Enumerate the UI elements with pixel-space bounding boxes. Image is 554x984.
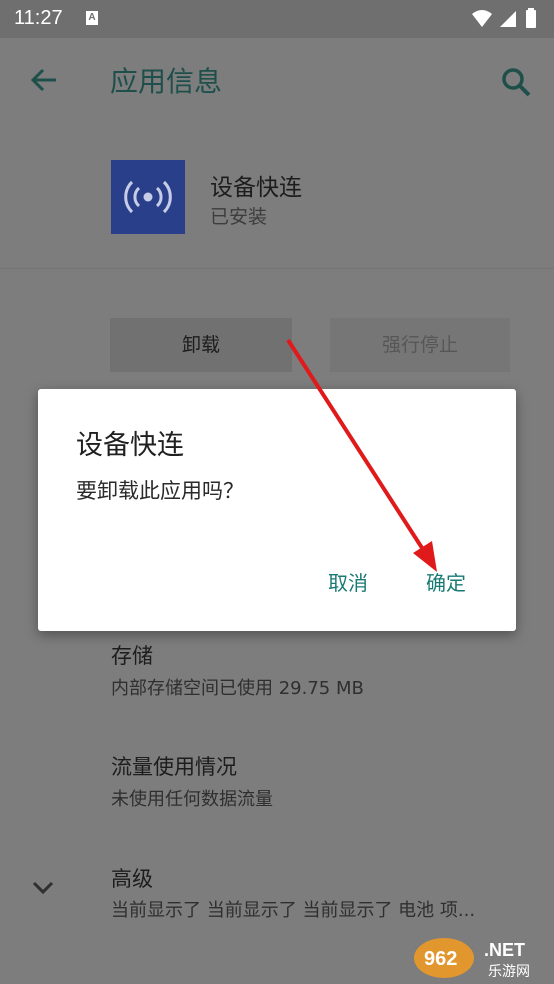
list-item-title: 存储 <box>111 644 153 668</box>
page-title: 应用信息 <box>110 65 223 98</box>
confirm-button[interactable]: 确定 <box>426 567 466 596</box>
svg-text:.NET: .NET <box>484 940 525 960</box>
list-item-subtitle: 未使用任何数据流量 <box>111 789 273 810</box>
arrow-left-icon[interactable] <box>28 64 60 96</box>
app-bar: 应用信息 <box>0 38 554 122</box>
battery-icon <box>526 10 536 28</box>
app-icon <box>111 160 185 234</box>
list-item-title: 流量使用情况 <box>111 755 237 779</box>
cancel-button[interactable]: 取消 <box>328 567 368 596</box>
svg-text:962: 962 <box>424 948 457 970</box>
dialog-message: 要卸载此应用吗？ <box>76 479 244 503</box>
app-install-status: 已安装 <box>210 206 268 228</box>
svg-text:乐游网: 乐游网 <box>488 964 530 980</box>
chevron-down-icon[interactable] <box>30 878 56 898</box>
force-stop-button[interactable]: 强行停止 <box>330 318 510 372</box>
status-bar: 11:27 A <box>0 0 554 38</box>
broadcast-icon <box>124 180 172 214</box>
search-icon[interactable] <box>498 64 534 100</box>
watermark-logo: 962 .NET 乐游网 <box>414 938 530 980</box>
dialog-title: 设备快连 <box>76 430 184 461</box>
status-time: 11:27 <box>14 7 63 29</box>
status-icons <box>472 8 536 28</box>
signal-icon <box>500 11 516 27</box>
uninstall-dialog: 设备快连 要卸载此应用吗？ 取消 确定 <box>38 389 516 631</box>
list-item-subtitle: 当前显示了 当前显示了 当前显示了 电池 项... <box>111 900 476 921</box>
divider <box>0 268 554 269</box>
notification-icon: A <box>86 11 98 25</box>
app-name: 设备快连 <box>210 175 302 201</box>
list-item-title: 高级 <box>111 867 153 891</box>
wifi-icon <box>472 10 492 27</box>
uninstall-button[interactable]: 卸载 <box>110 318 292 372</box>
list-item-subtitle: 内部存储空间已使用 29.75 MB <box>111 678 364 699</box>
